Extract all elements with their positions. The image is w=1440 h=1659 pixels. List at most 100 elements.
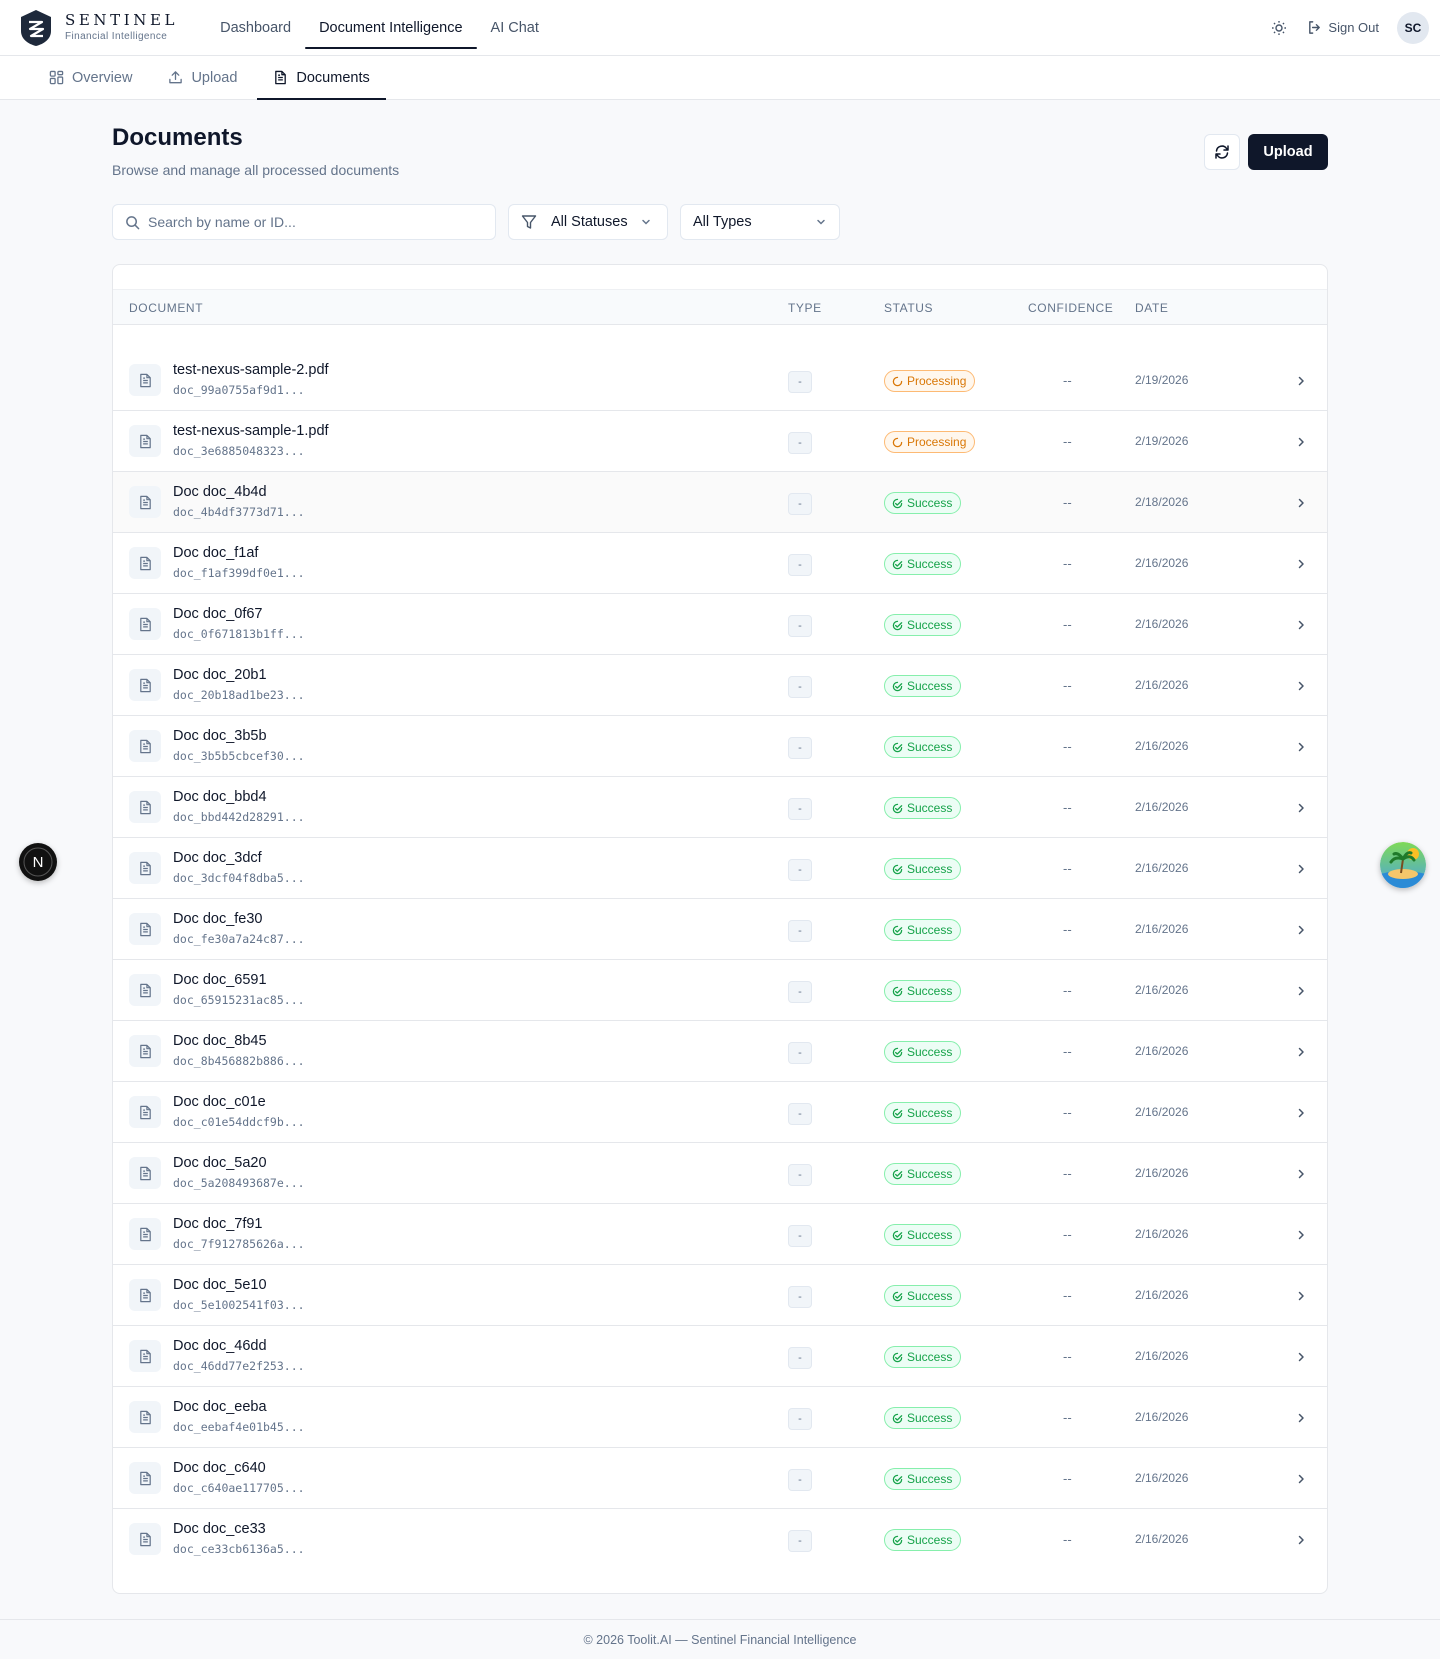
date-value: 2/16/2026 [1135, 739, 1189, 753]
status-label: Success [907, 923, 953, 937]
chevron-right-icon[interactable] [1295, 923, 1307, 941]
sign-out-button[interactable]: Sign Out [1307, 20, 1379, 35]
chevron-right-icon[interactable] [1295, 1167, 1307, 1185]
date-value: 2/16/2026 [1135, 1105, 1189, 1119]
chevron-right-icon[interactable] [1295, 496, 1307, 514]
tab-overview[interactable]: Overview [33, 56, 148, 99]
type-badge: - [788, 1408, 812, 1430]
refresh-button[interactable] [1204, 134, 1240, 170]
table-row[interactable]: Doc doc_bbd4 doc_bbd442d28291... - Success -… [113, 777, 1327, 838]
table-row[interactable]: Doc doc_20b1 doc_20b18ad1be23... - Success -… [113, 655, 1327, 716]
file-text-icon [275, 70, 287, 85]
table-row[interactable]: Doc doc_ce33 doc_ce33cb6136a5... - Success -… [113, 1509, 1327, 1570]
type-badge: - [788, 615, 812, 637]
col-status[interactable]: STATUS [884, 301, 933, 315]
file-icon [129, 730, 161, 762]
page-title: Documents [112, 124, 243, 151]
theme-toggle-button[interactable] [1265, 14, 1293, 42]
chevron-right-icon[interactable] [1295, 435, 1307, 453]
confidence-value: -- [1063, 1349, 1072, 1364]
nav-dashboard[interactable]: Dashboard [206, 10, 305, 46]
chevron-down-icon [817, 219, 825, 225]
confidence-value: -- [1063, 678, 1072, 693]
confidence-value: -- [1063, 1227, 1072, 1242]
nav-document-intelligence[interactable]: Document Intelligence [305, 10, 478, 49]
date-value: 2/19/2026 [1135, 434, 1189, 448]
chevron-right-icon[interactable] [1295, 679, 1307, 697]
table-row[interactable]: Doc doc_fe30 doc_fe30a7a24c87... - Success -… [113, 899, 1327, 960]
chevron-right-icon[interactable] [1295, 740, 1307, 758]
table-body: test-nexus-sample-2.pdf doc_99a0755af9d1.… [113, 350, 1327, 1570]
file-icon [129, 547, 161, 579]
confidence-value: -- [1063, 922, 1072, 937]
status-filter-select[interactable]: All Statuses [508, 204, 668, 240]
type-filter-select[interactable]: All Types [680, 204, 840, 240]
col-confidence[interactable]: CONFIDENCE [1028, 301, 1113, 315]
assistant-avatar[interactable] [1380, 842, 1426, 888]
date-value: 2/16/2026 [1135, 1349, 1189, 1363]
type-badge: - [788, 554, 812, 576]
document-id: doc_7f912785626a... [173, 1237, 305, 1251]
check-circle-icon [892, 1230, 907, 1241]
table-row[interactable]: Doc doc_f1af doc_f1af399df0e1... - Success -… [113, 533, 1327, 594]
chevron-right-icon[interactable] [1295, 1533, 1307, 1551]
check-circle-icon [892, 803, 907, 814]
table-row[interactable]: test-nexus-sample-2.pdf doc_99a0755af9d1.… [113, 350, 1327, 411]
tab-documents[interactable]: Documents [257, 56, 387, 100]
search-input[interactable] [148, 214, 478, 230]
confidence-value: -- [1063, 800, 1072, 815]
table-row[interactable]: Doc doc_4b4d doc_4b4df3773d71... - Success -… [113, 472, 1327, 533]
check-circle-icon [892, 620, 907, 631]
chevron-right-icon[interactable] [1295, 557, 1307, 575]
brand[interactable]: SENTINEL Financial Intelligence [19, 9, 178, 47]
chevron-right-icon[interactable] [1295, 801, 1307, 819]
status-label: Success [907, 618, 953, 632]
table-row[interactable]: Doc doc_c640 doc_c640ae117705... - Success -… [113, 1448, 1327, 1509]
col-type[interactable]: TYPE [788, 301, 822, 315]
chevron-right-icon[interactable] [1295, 1106, 1307, 1124]
table-row[interactable]: Doc doc_5e10 doc_5e1002541f03... - Success -… [113, 1265, 1327, 1326]
table-row[interactable]: test-nexus-sample-1.pdf doc_3e6885048323.… [113, 411, 1327, 472]
table-row[interactable]: Doc doc_46dd doc_46dd77e2f253... - Success -… [113, 1326, 1327, 1387]
chevron-right-icon[interactable] [1295, 1045, 1307, 1063]
check-circle-icon [892, 1047, 907, 1058]
table-row[interactable]: Doc doc_eeba doc_eebaf4e01b45... - Success -… [113, 1387, 1327, 1448]
document-id: doc_65915231ac85... [173, 993, 305, 1007]
chevron-right-icon[interactable] [1295, 374, 1307, 392]
table-row[interactable]: Doc doc_5a20 doc_5a208493687e... - Success -… [113, 1143, 1327, 1204]
col-document[interactable]: DOCUMENT [129, 301, 203, 315]
document-id: doc_0f671813b1ff... [173, 627, 305, 641]
upload-button[interactable]: Upload [1248, 134, 1328, 170]
table-row[interactable]: Doc doc_7f91 doc_7f912785626a... - Success -… [113, 1204, 1327, 1265]
file-icon [129, 1096, 161, 1128]
status-label: Success [907, 557, 953, 571]
status-badge: Success [884, 492, 962, 514]
status-badge: Success [884, 1102, 962, 1124]
next-dev-badge[interactable]: N [19, 843, 57, 881]
tab-upload[interactable]: Upload [152, 56, 253, 99]
table-row[interactable]: Doc doc_c01e doc_c01e54ddcf9b... - Success -… [113, 1082, 1327, 1143]
document-name: Doc doc_eeba [173, 1399, 267, 1415]
nav-ai-chat[interactable]: AI Chat [477, 10, 553, 46]
table-row[interactable]: Doc doc_0f67 doc_0f671813b1ff... - Success -… [113, 594, 1327, 655]
chevron-right-icon[interactable] [1295, 1411, 1307, 1429]
date-value: 2/16/2026 [1135, 1166, 1189, 1180]
chevron-right-icon[interactable] [1295, 1289, 1307, 1307]
table-row[interactable]: Doc doc_6591 doc_65915231ac85... - Success -… [113, 960, 1327, 1021]
table-row[interactable]: Doc doc_3dcf doc_3dcf04f8dba5... - Success -… [113, 838, 1327, 899]
chevron-right-icon[interactable] [1295, 618, 1307, 636]
file-icon [129, 791, 161, 823]
search-box[interactable] [112, 204, 496, 240]
chevron-right-icon[interactable] [1295, 862, 1307, 880]
chevron-right-icon[interactable] [1295, 1350, 1307, 1368]
chevron-right-icon[interactable] [1295, 1228, 1307, 1246]
chevron-right-icon[interactable] [1295, 1472, 1307, 1490]
chevron-right-icon[interactable] [1295, 984, 1307, 1002]
log-out-icon [1309, 21, 1321, 34]
user-avatar[interactable]: SC [1397, 11, 1429, 44]
col-date[interactable]: DATE [1135, 301, 1169, 315]
table-row[interactable]: Doc doc_8b45 doc_8b456882b886... - Success -… [113, 1021, 1327, 1082]
confidence-value: -- [1063, 739, 1072, 754]
top-bar: SENTINEL Financial Intelligence Dashboar… [0, 0, 1440, 56]
table-row[interactable]: Doc doc_3b5b doc_3b5b5cbcef30... - Success -… [113, 716, 1327, 777]
